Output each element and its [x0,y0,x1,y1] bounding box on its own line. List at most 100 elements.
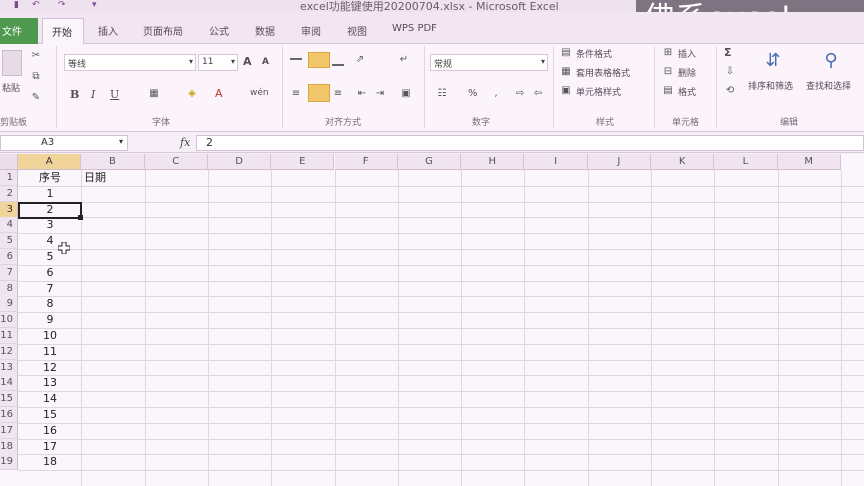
undo-icon[interactable]: ↶ [32,0,40,10]
cell[interactable]: 16 [19,423,81,439]
tab-wps-pdf[interactable]: WPS PDF [392,23,437,34]
cell[interactable]: 3 [19,217,81,233]
cell[interactable]: 9 [19,312,81,328]
cell[interactable]: 15 [19,407,81,423]
cell[interactable]: 12 [19,360,81,376]
align-middle-icon[interactable] [308,52,330,68]
paste-icon[interactable] [2,50,22,76]
tab-data[interactable]: 数据 [255,23,275,38]
cell[interactable]: 18 [19,454,81,470]
formula-input[interactable]: 2 [196,135,864,151]
decrease-indent-icon[interactable]: ⇤ [356,88,368,100]
format-painter-icon[interactable]: ✎ [30,92,42,104]
row-header[interactable]: 14 [0,375,18,392]
row-header[interactable]: 4 [0,217,18,234]
delete-cells-button[interactable]: 删除 [678,66,696,79]
autosum-button[interactable]: Σ [724,46,732,59]
cell[interactable]: 7 [19,281,81,297]
number-format-select[interactable]: 常规 ▾ [430,54,548,71]
font-size-select[interactable]: 11 ▾ [198,54,238,71]
row-header[interactable]: 1 [0,170,18,186]
column-header[interactable]: K [651,154,715,170]
tab-file[interactable]: 文件 [0,18,38,44]
cell[interactable]: 13 [19,375,81,391]
column-header[interactable]: D [207,154,272,170]
column-header[interactable]: L [714,154,778,170]
tab-formulas[interactable]: 公式 [209,23,229,38]
percent-button[interactable]: % [468,88,478,99]
row-header[interactable]: 6 [0,249,18,265]
cell[interactable]: 1 [19,186,81,202]
table-format-button[interactable]: 套用表格格式 [576,66,630,79]
tab-page-layout[interactable]: 页面布局 [143,23,183,38]
cell[interactable]: 14 [19,391,81,407]
column-header[interactable]: B [81,154,145,170]
increase-indent-icon[interactable]: ⇥ [374,88,386,100]
worksheet-grid[interactable]: A B C D E F G H I J K L M 1 序号 日期 2 1 3 2 4 3 5 4 6 5 7 6 8 7 9 8 10 9 11 1… [0,154,864,486]
bold-button[interactable]: B [70,88,79,101]
clear-icon[interactable]: ⟲ [724,85,736,97]
cell[interactable]: 5 [19,249,81,265]
italic-button[interactable]: I [91,88,95,101]
customize-quick-access-icon[interactable]: ▾ [92,0,97,10]
row-header[interactable]: 10 [0,312,18,329]
cell[interactable]: 日期 [82,170,144,186]
cell-style-button[interactable]: 单元格样式 [576,85,621,98]
column-header[interactable]: G [397,154,462,170]
font-name-select[interactable]: 等线 ▾ [64,54,196,71]
fill-color-icon[interactable]: ◈ [186,88,198,100]
tab-view[interactable]: 视图 [347,23,367,38]
currency-icon[interactable]: ☷ [436,88,448,100]
comma-style-icon[interactable]: ‚ [490,88,502,100]
cell[interactable]: 11 [19,344,81,360]
orientation-icon[interactable]: ⇗ [354,54,366,66]
column-header[interactable]: M [777,154,841,170]
cell[interactable]: 10 [19,328,81,344]
cell[interactable]: 6 [19,265,81,281]
cell[interactable]: 序号 [19,170,81,186]
borders-icon[interactable]: ▦ [148,88,160,100]
column-header[interactable]: F [334,154,398,170]
active-cell-outline[interactable] [18,202,82,219]
format-cells-button[interactable]: 格式 [678,85,696,98]
tab-review[interactable]: 审阅 [301,23,321,38]
fill-icon[interactable]: ⇩ [724,66,736,78]
row-header[interactable]: 5 [0,233,18,250]
row-header[interactable]: 7 [0,264,18,281]
align-right-icon[interactable]: ≡ [332,88,344,100]
cell[interactable]: 8 [19,296,81,312]
align-top-icon[interactable] [290,58,302,60]
tab-home[interactable]: 开始 [42,18,84,45]
name-box[interactable]: A3 ▾ [0,135,128,151]
underline-button[interactable]: U [110,88,119,101]
align-left-icon[interactable]: ≡ [290,88,302,100]
row-header[interactable]: 13 [0,359,18,376]
column-header[interactable]: J [587,154,651,170]
row-header[interactable]: 9 [0,296,18,313]
row-header[interactable]: 16 [0,407,18,423]
wrap-text-icon[interactable]: ↵ [398,54,410,66]
merge-center-icon[interactable]: ▣ [400,88,412,100]
grow-font-button[interactable]: A [243,55,252,68]
row-header[interactable]: 2 [0,185,18,202]
redo-icon[interactable]: ↷ [58,0,66,10]
row-header[interactable]: 3 [0,201,18,218]
row-header[interactable]: 15 [0,391,18,408]
column-header[interactable]: A [18,154,82,170]
cut-icon[interactable]: ✂ [30,50,42,62]
column-header[interactable]: C [144,154,208,170]
save-icon[interactable]: ▮ [14,0,19,10]
column-header[interactable]: I [524,154,588,170]
copy-icon[interactable]: ⧉ [30,71,42,83]
decrease-decimal-icon[interactable]: ⇦ [532,88,544,100]
column-header[interactable]: E [271,154,335,170]
insert-function-button[interactable]: fx [180,136,190,149]
row-header[interactable]: 19 [0,454,18,471]
shrink-font-button[interactable]: A [262,57,269,67]
fill-handle[interactable] [78,215,83,220]
cell[interactable]: 17 [19,439,81,455]
sort-filter-button[interactable]: 排序和筛选 [748,79,793,92]
insert-cells-button[interactable]: 插入 [678,47,696,60]
cell[interactable]: 4 [19,233,81,249]
row-header[interactable]: 12 [0,343,18,360]
